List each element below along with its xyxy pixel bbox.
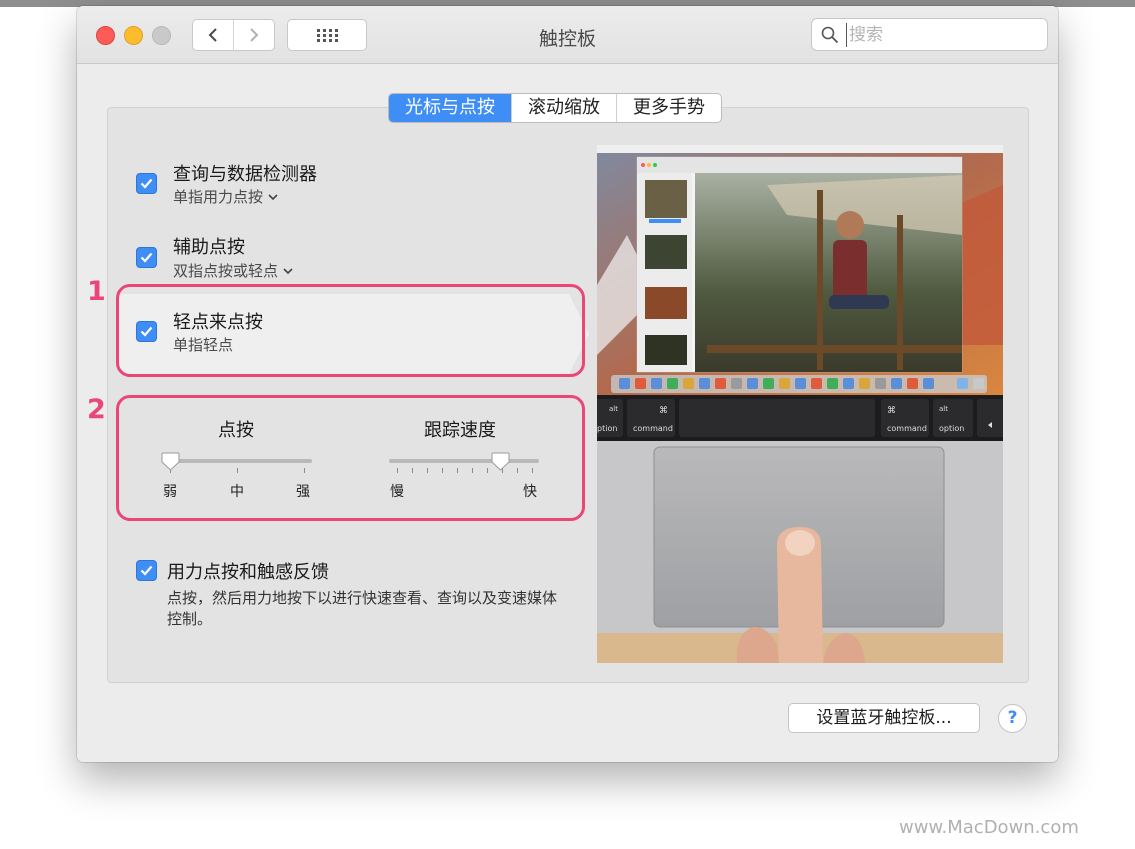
lookup-title: 查询与数据检测器 <box>173 164 317 185</box>
tab-more-gestures[interactable]: 更多手势 <box>616 94 721 122</box>
slider-tick <box>304 468 305 473</box>
slider-tick <box>427 468 428 473</box>
lookup-checkbox[interactable] <box>136 173 157 194</box>
click-mid-label: 中 <box>230 484 244 500</box>
chevron-down-icon <box>268 194 278 201</box>
preview-illustration: alt ption ⌘ command ⌘ command alt option <box>597 145 1003 663</box>
key-right-alt: alt <box>939 405 948 413</box>
search-field[interactable] <box>811 18 1048 51</box>
preferences-window: 触控板 光标与点按 滚动缩放 更多手势 查询与数据检测器 单指用力点按 辅助点按… <box>77 6 1058 762</box>
title-bar: 触控板 <box>77 6 1058 64</box>
slider-tick <box>237 468 238 473</box>
key-right-cmd-symbol: ⌘ <box>887 406 896 416</box>
annotation-marker-2: 2 <box>87 394 106 425</box>
chevron-down-icon <box>283 268 293 275</box>
setup-bluetooth-trackpad-button[interactable]: 设置蓝牙触控板... <box>788 703 980 733</box>
slider-tick <box>442 468 443 473</box>
search-input[interactable] <box>846 23 1041 47</box>
slider-tick <box>457 468 458 473</box>
secondary-click-subtitle: 双指点按或轻点 <box>173 262 279 280</box>
key-left-alt: alt <box>609 405 618 413</box>
tab-bar: 光标与点按 滚动缩放 更多手势 <box>388 93 722 123</box>
checkmark-icon <box>140 565 153 576</box>
tab-scroll-and-zoom[interactable]: 滚动缩放 <box>511 94 616 122</box>
checkmark-icon <box>140 178 153 189</box>
slider-tick <box>397 468 398 473</box>
slider-tick <box>412 468 413 473</box>
watermark-text: www.MacDown.com <box>899 817 1079 838</box>
force-click-description: 点按，然后用力地按下以进行快速查看、查询以及变速媒体控制。 <box>167 589 558 628</box>
key-left-cmd-symbol: ⌘ <box>659 406 668 416</box>
secondary-click-title: 辅助点按 <box>173 237 245 258</box>
click-max-label: 强 <box>296 484 310 500</box>
secondary-click-checkbox[interactable] <box>136 247 157 268</box>
tracking-min-label: 慢 <box>390 484 404 500</box>
tracking-speed-slider-knob[interactable] <box>491 452 510 472</box>
click-pressure-track[interactable] <box>162 459 312 463</box>
secondary-click-dropdown[interactable]: 双指点按或轻点 <box>173 260 293 281</box>
annotation-highlight-1 <box>116 284 585 377</box>
gesture-preview-video: alt ption ⌘ command ⌘ command alt option <box>597 145 1003 663</box>
key-right-command: command <box>887 424 927 433</box>
tracking-max-label: 快 <box>523 484 537 500</box>
click-pressure-label: 点按 <box>218 420 254 441</box>
tab-point-and-click[interactable]: 光标与点按 <box>389 94 511 122</box>
slider-tick <box>472 468 473 473</box>
key-right-option: option <box>939 424 964 433</box>
click-min-label: 弱 <box>163 484 177 500</box>
checkmark-icon <box>140 252 153 263</box>
force-click-checkbox[interactable] <box>136 560 157 581</box>
lookup-gesture-dropdown[interactable]: 单指用力点按 <box>173 186 278 207</box>
slider-tick <box>487 468 488 473</box>
force-click-title: 用力点按和触感反馈 <box>167 562 329 583</box>
lookup-subtitle: 单指用力点按 <box>173 188 264 206</box>
key-left-command: command <box>633 424 673 433</box>
annotation-marker-1: 1 <box>87 276 106 307</box>
annotation-highlight-2 <box>116 395 585 521</box>
tracking-speed-label: 跟踪速度 <box>424 420 496 441</box>
tracking-speed-track[interactable] <box>389 459 539 463</box>
search-icon <box>821 26 839 44</box>
click-pressure-slider-knob[interactable] <box>161 452 180 472</box>
key-left-option: ption <box>597 424 617 433</box>
help-button[interactable]: ? <box>998 704 1027 733</box>
slider-tick <box>532 468 533 473</box>
slider-tick <box>517 468 518 473</box>
